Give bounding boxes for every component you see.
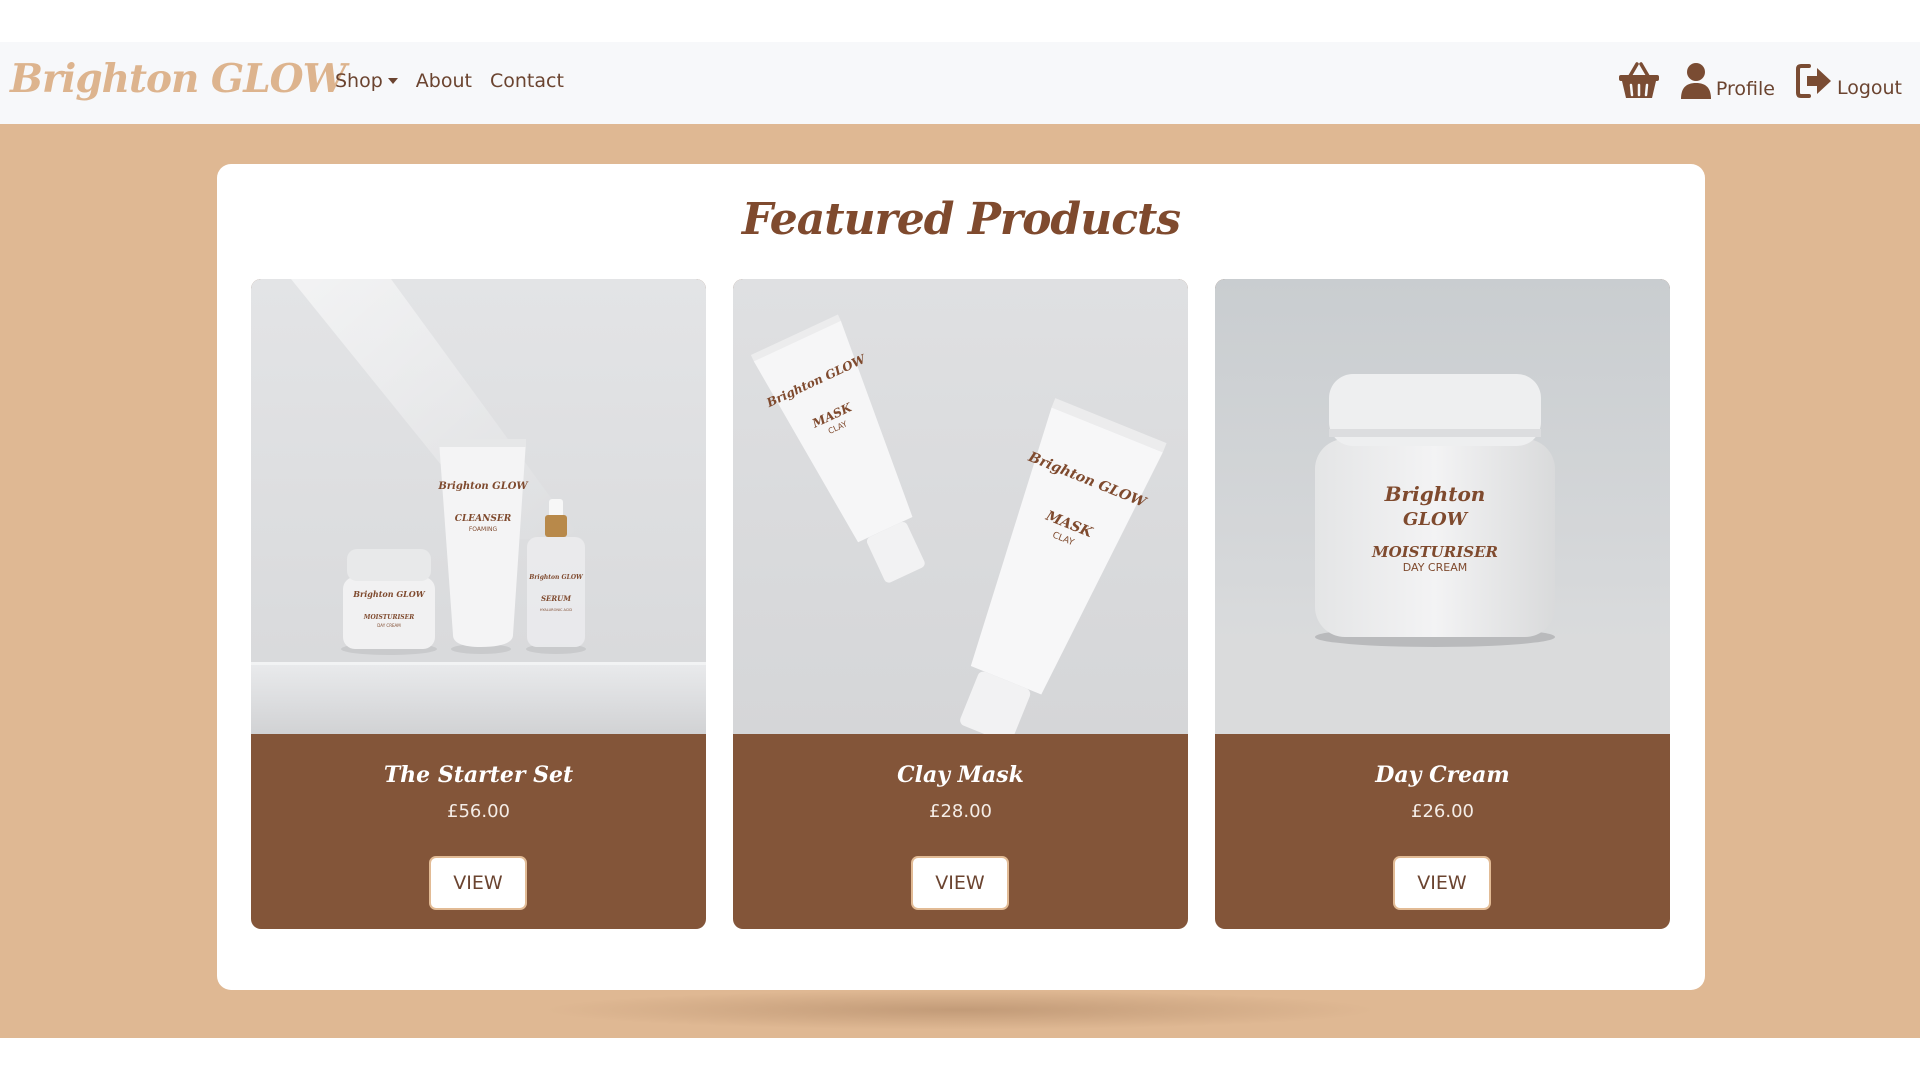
product-name: The Starter Set [383,762,574,788]
brand-logo[interactable]: Brighton GLOW [10,56,346,102]
jar-brand: Brighton GLOW [352,589,425,599]
card-footer: The Starter Set £56.00 VIEW [251,734,706,929]
top-strip [0,0,1920,42]
profile-label: Profile [1715,78,1775,100]
bottle-sub: HYALURONIC ACID [540,608,572,612]
tube-brand: Brighton GLOW [437,481,529,492]
card-footer: Clay Mask £28.00 VIEW [733,734,1188,929]
product-price: £26.00 [1411,801,1474,822]
product-name: Clay Mask [897,762,1024,788]
user-icon [1680,63,1711,99]
basket-button[interactable] [1618,62,1660,100]
product-name: Day Cream [1375,762,1510,788]
band-shadow [540,990,1380,1030]
bottle-label: SERUM [541,594,571,603]
product-price: £28.00 [929,801,992,822]
navbar: Brighton GLOW Shop About Contact Profile [0,42,1920,124]
bottle-brand: Brighton GLOW [528,574,584,581]
nav-shop-label: Shop [335,70,383,92]
profile-link[interactable]: Profile [1680,62,1775,100]
logout-label: Logout [1836,77,1902,99]
nav-actions: Profile Logout [1618,62,1902,100]
jar-label: MOISTURISER [363,614,414,621]
view-button-day-cream[interactable]: VIEW [1393,856,1491,910]
jar-sub: DAY CREAM [377,623,401,628]
basket-icon [1618,62,1659,98]
product-image-clay-mask[interactable]: Brighton GLOW MASK CLAY Brighton GLOW MA… [733,279,1188,734]
product-card-starter-set[interactable]: Brighton GLOW MOISTURISER DAY CREAM Brig… [251,279,706,929]
nav-links: Shop About Contact [335,70,564,92]
logout-link[interactable]: Logout [1795,63,1902,99]
jar-brand-line2: GLOW [1403,509,1469,530]
product-card-clay-mask[interactable]: Brighton GLOW MASK CLAY Brighton GLOW MA… [733,279,1188,929]
view-button-starter-set[interactable]: VIEW [429,856,527,910]
view-button-clay-mask[interactable]: VIEW [911,856,1009,910]
tube-label: CLEANSER [455,514,512,524]
product-price: £56.00 [447,801,510,822]
jar-brand-line1: Brighton [1384,482,1486,506]
product-image-day-cream[interactable]: Brighton GLOW MOISTURISER DAY CREAM [1215,279,1670,734]
nav-shop-dropdown[interactable]: Shop [335,70,398,92]
jar-sub: DAY CREAM [1403,561,1467,574]
nav-contact-link[interactable]: Contact [490,70,564,92]
card-footer: Day Cream £26.00 VIEW [1215,734,1670,929]
page-title: Featured Products [741,194,1181,245]
logout-icon [1795,64,1831,98]
featured-panel: Featured Products Brighton GLOW MOISTURI… [217,164,1705,990]
caret-down-icon [387,78,398,84]
tube-sub: FOAMING [469,526,498,533]
nav-about-link[interactable]: About [416,70,472,92]
jar-label: MOISTURISER [1371,543,1498,561]
product-image-starter-set[interactable]: Brighton GLOW MOISTURISER DAY CREAM Brig… [251,279,706,734]
product-card-day-cream[interactable]: Brighton GLOW MOISTURISER DAY CREAM Day … [1215,279,1670,929]
